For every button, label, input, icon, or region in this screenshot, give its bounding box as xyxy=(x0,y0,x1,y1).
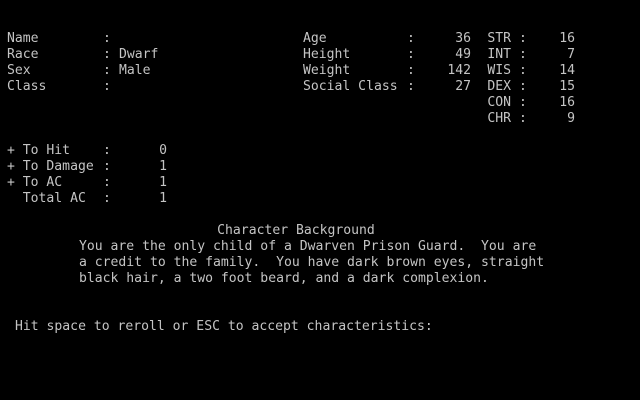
to-hit-separator: : xyxy=(103,143,111,158)
total-ac-separator: : xyxy=(103,191,111,206)
attr-wis-separator: : xyxy=(519,63,527,78)
name-label: Name xyxy=(7,31,39,46)
race-separator: : xyxy=(103,47,111,62)
race-label: Race xyxy=(7,47,39,62)
attr-str-value: 16 xyxy=(559,31,575,46)
attr-wis-label: WIS xyxy=(487,63,511,78)
attr-con-value: 16 xyxy=(559,95,575,110)
attr-chr-value: 9 xyxy=(567,111,575,126)
attr-dex-separator: : xyxy=(519,79,527,94)
social-class-label: Social Class xyxy=(303,79,398,94)
attr-str-separator: : xyxy=(519,31,527,46)
attr-int-separator: : xyxy=(519,47,527,62)
class-separator: : xyxy=(103,79,111,94)
sex-value: Male xyxy=(119,63,151,78)
attr-chr-label: CHR xyxy=(487,111,511,126)
sex-separator: : xyxy=(103,63,111,78)
background-line-3: black hair, a two foot beard, and a dark… xyxy=(79,271,489,286)
to-ac-label: + To AC xyxy=(7,175,63,190)
background-line-1: You are the only child of a Dwarven Pris… xyxy=(79,239,537,254)
background-line-2: a credit to the family. You have dark br… xyxy=(79,255,545,270)
to-ac-separator: : xyxy=(103,175,111,190)
race-value: Dwarf xyxy=(119,47,159,62)
to-damage-separator: : xyxy=(103,159,111,174)
attr-int-label: INT xyxy=(487,47,511,62)
attr-dex-label: DEX xyxy=(487,79,511,94)
to-ac-value: 1 xyxy=(159,175,167,190)
attr-chr-separator: : xyxy=(519,111,527,126)
sex-label: Sex xyxy=(7,63,31,78)
height-separator: : xyxy=(407,47,415,62)
weight-label: Weight xyxy=(303,63,351,78)
reroll-prompt[interactable]: Hit space to reroll or ESC to accept cha… xyxy=(15,319,433,335)
total-ac-value: 1 xyxy=(159,191,167,206)
age-label: Age xyxy=(303,31,327,46)
to-damage-label: + To Damage xyxy=(7,159,94,174)
weight-separator: : xyxy=(407,63,415,78)
attr-con-label: CON xyxy=(487,95,511,110)
height-label: Height xyxy=(303,47,351,62)
to-hit-label: + To Hit xyxy=(7,143,71,158)
attr-str-label: STR xyxy=(487,31,511,46)
social-class-value: 27 xyxy=(455,79,471,94)
class-label: Class xyxy=(7,79,47,94)
name-separator: : xyxy=(103,31,111,46)
attr-int-value: 7 xyxy=(567,47,575,62)
weight-value: 142 xyxy=(447,63,471,78)
character-creation-screen: Name : Race : Dwarf Sex : Male Class : A… xyxy=(0,0,640,400)
attr-con-separator: : xyxy=(519,95,527,110)
attr-wis-value: 14 xyxy=(559,63,575,78)
attr-dex-value: 15 xyxy=(559,79,575,94)
total-ac-label: Total AC xyxy=(7,191,86,206)
age-separator: : xyxy=(407,31,415,46)
age-value: 36 xyxy=(455,31,471,46)
social-class-separator: : xyxy=(407,79,415,94)
to-damage-value: 1 xyxy=(159,159,167,174)
background-title: Character Background xyxy=(217,223,375,238)
to-hit-value: 0 xyxy=(159,143,167,158)
height-value: 49 xyxy=(455,47,471,62)
